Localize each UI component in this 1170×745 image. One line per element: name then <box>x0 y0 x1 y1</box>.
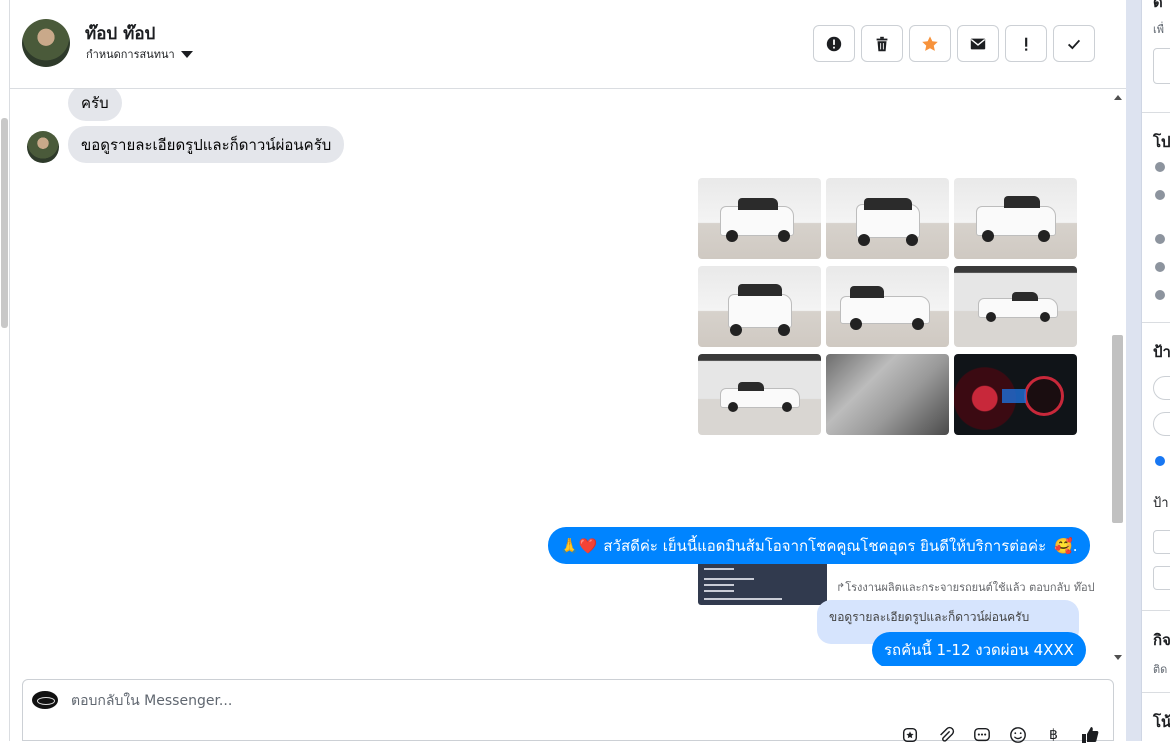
location-icon <box>1155 262 1165 272</box>
panel-divider <box>1126 0 1142 741</box>
report-icon <box>826 36 842 51</box>
star-button[interactable] <box>909 25 951 62</box>
sidebar-fragment: ติด <box>1153 663 1168 676</box>
reply-arrow-icon: ↱ <box>836 581 846 594</box>
conversation-schedule-dropdown[interactable]: กำหนดการสนทนา <box>86 45 193 63</box>
delete-button[interactable] <box>861 25 903 62</box>
trash-icon <box>876 36 888 51</box>
message-text: สวัสดีค่ะ เย็นนี้แอดมินส้มโอจากโชคคูณโชค… <box>603 536 1047 555</box>
header-actions <box>813 25 1095 62</box>
page-logo <box>32 691 58 709</box>
sender-avatar[interactable] <box>27 131 59 163</box>
selected-label-icon[interactable] <box>1155 456 1165 466</box>
incoming-message[interactable]: ขอดูรายละเอียดรูปและก็ดาวน์ผ่อนครับ <box>68 126 345 163</box>
message-thread[interactable]: ครับ ขอดูรายละเอียดรูปและก็ดาวน์ผ่อนครับ <box>10 89 1126 666</box>
car-photo[interactable] <box>826 354 949 435</box>
scroll-up-icon[interactable] <box>1114 95 1122 100</box>
location-icon <box>1155 290 1165 300</box>
mark-done-button[interactable] <box>1053 25 1095 62</box>
sidebar-heading: ป้า <box>1153 343 1170 361</box>
contact-name[interactable]: ท๊อป ท๊อป <box>85 20 155 47</box>
education-icon <box>1155 234 1165 244</box>
message-composer: ฿ <box>22 679 1114 744</box>
car-photo[interactable] <box>826 266 949 347</box>
message-text: รถคันนี้ 1-12 งวดผ่อน 4XXX <box>884 641 1074 659</box>
reply-input[interactable] <box>71 690 771 712</box>
reply-context-label: ↱โรงงานผลิตและกระจายรถยนต์ใช้แล้ว ตอบกลั… <box>836 578 1095 596</box>
sidebar-input[interactable] <box>1153 48 1170 84</box>
clock-icon <box>1155 162 1165 172</box>
exclamation-icon <box>1025 37 1028 51</box>
attach-icon[interactable] <box>935 726 956 744</box>
sidebar-heading: โน้ <box>1153 713 1170 731</box>
baht-icon[interactable]: ฿ <box>1043 726 1064 744</box>
sidebar-input[interactable] <box>1153 530 1170 554</box>
incoming-message[interactable]: ครับ <box>68 89 122 121</box>
scrollbar-thumb[interactable] <box>1112 335 1123 523</box>
label-chip[interactable] <box>1153 412 1170 436</box>
divider <box>1142 322 1170 323</box>
conversation-panel: ท๊อป ท๊อป กำหนดการสนทนา ครับ ขอดูรายละเอ… <box>10 0 1126 744</box>
like-icon[interactable] <box>1079 726 1100 744</box>
scroll-down-icon[interactable] <box>1114 655 1122 660</box>
sidebar-heading: กิจ <box>1153 631 1170 649</box>
mail-icon <box>970 38 986 49</box>
conversation-schedule-label: กำหนดการสนทนา <box>86 48 175 61</box>
divider <box>1142 610 1170 611</box>
briefcase-icon <box>1155 190 1165 200</box>
more-icon[interactable] <box>971 726 992 744</box>
mark-unread-button[interactable] <box>957 25 999 62</box>
car-photo[interactable] <box>954 178 1077 259</box>
star-icon <box>922 35 938 51</box>
thread-scrollbar[interactable] <box>1110 89 1126 666</box>
emoji-suffix: 🥰. <box>1054 536 1078 555</box>
car-photo[interactable] <box>698 354 821 435</box>
quoted-text: ขอดูรายละเอียดรูปและก็ดาวน์ผ่อนครับ <box>829 610 1030 624</box>
sidebar-input[interactable] <box>1153 566 1170 590</box>
message-text: ขอดูรายละเอียดรูปและก็ดาวน์ผ่อนครับ <box>81 135 332 154</box>
divider <box>1142 692 1170 693</box>
saved-reply-icon[interactable] <box>899 726 920 744</box>
report-button[interactable] <box>813 25 855 62</box>
conversation-header: ท๊อป ท๊อป กำหนดการสนทนา <box>10 0 1126 89</box>
composer-toolbar: ฿ <box>899 726 1100 744</box>
car-photo[interactable] <box>698 266 821 347</box>
check-icon <box>1067 39 1081 49</box>
sidebar-heading: โป <box>1153 133 1170 151</box>
mark-important-button[interactable] <box>1005 25 1047 62</box>
car-photo[interactable] <box>954 354 1077 435</box>
sidebar-fragment: ป้า <box>1153 496 1169 511</box>
sidebar-heading: ดี <box>1153 0 1163 11</box>
caret-down-icon <box>180 50 193 58</box>
emoji-icon[interactable] <box>1007 726 1028 744</box>
label-chip[interactable] <box>1153 376 1170 400</box>
contact-avatar[interactable] <box>22 19 70 67</box>
car-photo[interactable] <box>826 178 949 259</box>
reply-context-text: โรงงานผลิตและกระจายรถยนต์ใช้แล้ว ตอบกลับ… <box>845 581 1095 594</box>
sidebar-fragment: เพื่ <box>1153 23 1165 36</box>
car-photo[interactable] <box>698 178 821 259</box>
contact-details-sidebar: เพื่ โป ป้า ป้า กิจ ติด โน้ ดี <box>1142 0 1170 741</box>
message-text: ครับ <box>81 94 109 112</box>
left-scrollbar-thumb[interactable] <box>1 118 8 328</box>
divider <box>1142 112 1170 113</box>
left-scrollbar[interactable] <box>0 0 10 741</box>
outgoing-message[interactable]: รถคันนี้ 1-12 งวดผ่อน 4XXX <box>872 632 1086 666</box>
outgoing-message[interactable]: 🙏❤️ สวัสดีค่ะ เย็นนี้แอดมินส้มโอจากโชคคู… <box>548 527 1090 564</box>
emoji-prefix: 🙏❤️ <box>560 536 598 555</box>
car-photo[interactable] <box>954 266 1077 347</box>
